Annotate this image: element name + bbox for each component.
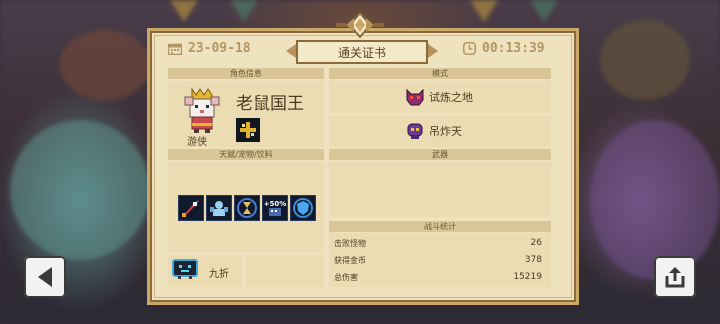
time-text: 00:13:39	[482, 41, 545, 56]
weapon-panel	[329, 162, 551, 217]
stats-section-label: 战斗统计	[424, 222, 456, 231]
certificate-crest-icon	[336, 12, 384, 38]
share-button[interactable]	[654, 256, 696, 298]
weapon-section-label: 武器	[432, 150, 448, 159]
tv-robot-icon	[172, 259, 198, 279]
talents-section-header: 天赋/宠物/饮料	[168, 149, 324, 160]
drink-label: 九折	[209, 269, 229, 280]
stat-value: 378	[524, 255, 542, 265]
character-skill-icon	[236, 118, 260, 142]
rat-king-avatar	[184, 87, 220, 133]
mode-section-label: 模式	[432, 69, 448, 78]
role-class: 游侠	[187, 137, 207, 148]
plus-fifty-percent-icon: +50%	[262, 195, 288, 221]
mode-item-1: 试炼之地	[405, 88, 473, 106]
role-section-label: 角色信息	[230, 69, 262, 78]
certificate-title-text: 通关证书	[337, 45, 386, 60]
muscle-talent-icon	[206, 195, 232, 221]
clock-icon	[463, 42, 476, 55]
stat-value: 26	[530, 238, 542, 248]
rocket-talent-icon	[178, 195, 204, 221]
mode-item-2: 吊炸天	[405, 122, 462, 140]
purple-skull-mask-icon	[407, 123, 423, 139]
stat-row-damage: 总伤害 15219	[334, 272, 542, 283]
stat-label: 总伤害	[334, 273, 358, 282]
mode-item-1-label: 试炼之地	[429, 91, 473, 104]
date-text: 23-09-18	[188, 41, 251, 56]
clear-date: 23-09-18	[168, 41, 251, 56]
weapon-section-header: 武器	[329, 149, 551, 160]
purple-demon-mask-icon	[406, 88, 424, 106]
back-button[interactable]	[24, 256, 66, 298]
stat-label: 击败怪物	[334, 239, 366, 248]
mode-section-header: 模式	[329, 68, 551, 79]
shield-talent-icon	[290, 195, 316, 221]
role-section-header: 角色信息	[168, 68, 324, 79]
drink-panel-empty	[246, 255, 324, 287]
share-icon	[665, 267, 685, 288]
calendar-icon	[168, 43, 182, 55]
back-arrow-icon	[38, 267, 52, 287]
talents-section-label: 天赋/宠物/饮料	[219, 150, 273, 159]
mode-item-2-label: 吊炸天	[429, 125, 462, 138]
stats-section-header: 战斗统计	[329, 221, 551, 232]
stat-label: 获得金币	[334, 256, 366, 265]
stat-value: 15219	[513, 272, 542, 282]
stat-row-kills: 击败怪物 26	[334, 238, 542, 249]
hourglass-talent-icon	[234, 195, 260, 221]
talent-4-text: +50%	[264, 200, 287, 208]
certificate-title: 通关证书	[296, 40, 428, 64]
role-name: 老鼠国王	[236, 94, 304, 114]
clear-time: 00:13:39	[463, 41, 545, 56]
stat-row-gold: 获得金币 378	[334, 255, 542, 266]
